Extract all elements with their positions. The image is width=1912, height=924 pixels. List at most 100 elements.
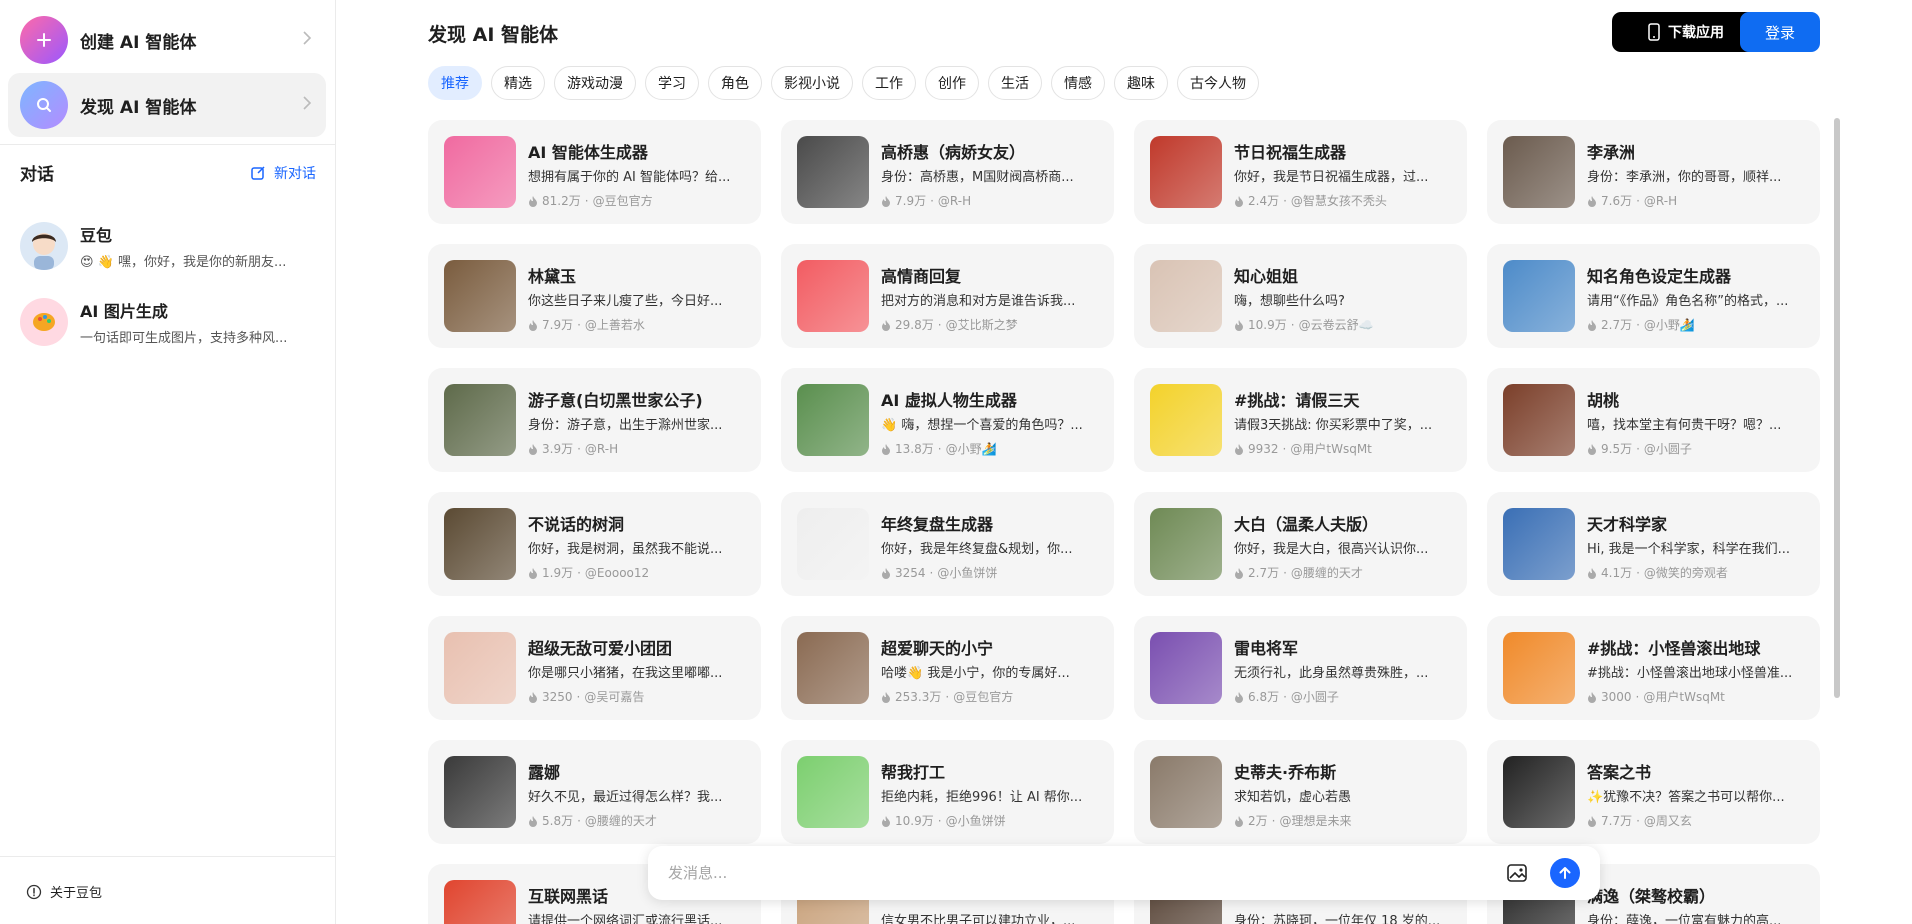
create-agent-button[interactable]: 创建 AI 智能体 (8, 8, 326, 72)
agent-card[interactable]: 知名角色设定生成器 请用“《作品》角色名称”的格式，... 2.7万 · @小野🏄 (1487, 244, 1820, 348)
agent-card[interactable]: 帮我打工 拒绝内耗，拒绝996！让 AI 帮你... 10.9万 · @小鱼饼饼 (781, 740, 1114, 844)
agent-card[interactable]: 露娜 好久不见，最近过得怎么样？我... 5.8万 · @腰缠的天才 (428, 740, 761, 844)
agent-author[interactable]: @豆包官方 (953, 688, 1013, 705)
agent-card[interactable]: AI 虚拟人物生成器 👋 嗨，想捏一个喜爱的角色吗？... 13.8万 · @小野🏄 (781, 368, 1114, 472)
tab-5[interactable]: 影视小说 (771, 66, 853, 100)
agent-author[interactable]: @R-H (585, 442, 618, 456)
agent-title: 不说话的树洞 (528, 515, 625, 534)
agent-card[interactable]: 大白（温柔人夫版） 你好，我是大白，很高兴认识你... 2.7万 · @腰缠的天才 (1134, 492, 1467, 596)
discover-agent-button[interactable]: 发现 AI 智能体 (8, 73, 326, 137)
agent-usage-count: 2.4万 (1248, 194, 1280, 208)
agent-card[interactable]: 游子意(白切黑世家公子) 身份：游子意，出生于滁州世家... 3.9万 · @R-H (428, 368, 761, 472)
agent-author[interactable]: @小野🏄 (1644, 316, 1695, 333)
agent-avatar (444, 880, 516, 924)
agent-meta: 10.9万 · @小鱼饼饼 (881, 812, 1101, 829)
scrollbar[interactable] (1834, 118, 1840, 698)
agent-description: 嘻，找本堂主有何贵干呀？嗯？... (1587, 418, 1782, 433)
agent-card[interactable]: 知心姐姐 嗨，想聊些什么吗? 10.9万 · @云卷云舒☁️ (1134, 244, 1467, 348)
agent-meta: 3.9万 · @R-H (528, 440, 748, 457)
tab-6[interactable]: 工作 (862, 66, 916, 100)
agent-usage-count: 3254 (895, 565, 926, 580)
agent-card[interactable]: 高情商回复 把对方的消息和对方是谁告诉我... 29.8万 · @艾比斯之梦 (781, 244, 1114, 348)
about-link[interactable]: 关于豆包 (26, 882, 102, 901)
agent-card[interactable]: AI 智能体生成器 想拥有属于你的 AI 智能体吗？给... 81.2万 · @豆包… (428, 120, 761, 224)
fire-icon (529, 691, 537, 703)
avatar (20, 222, 68, 270)
agent-author[interactable]: @周又玄 (1644, 812, 1692, 829)
agent-card[interactable]: 李承洲 身份：李承洲，你的哥哥，顺祥... 7.6万 · @R-H (1487, 120, 1820, 224)
agent-author[interactable]: @用户tWsqMt (1290, 440, 1372, 457)
tab-8[interactable]: 生活 (988, 66, 1042, 100)
agent-author[interactable]: @艾比斯之梦 (946, 316, 1018, 333)
image-upload-icon[interactable] (1506, 862, 1528, 888)
new-chat-button[interactable]: 新对话 (250, 163, 316, 183)
agent-avatar (444, 756, 516, 828)
agent-author[interactable]: @腰缠的天才 (1291, 564, 1363, 581)
agent-usage-count: 9.5万 (1601, 442, 1633, 456)
agent-card[interactable]: 史蒂夫·乔布斯 求知若饥，虚心若愚 2万 · @理想是未来 (1134, 740, 1467, 844)
login-button[interactable]: 登录 (1740, 12, 1820, 52)
tab-9[interactable]: 情感 (1051, 66, 1105, 100)
separator-dot: · (577, 813, 581, 828)
send-button[interactable] (1550, 858, 1580, 888)
agent-author[interactable]: @理想是未来 (1279, 812, 1351, 829)
conversation-item-doubao[interactable]: 豆包 😍 👋 嘿，你好，我是你的新朋友... (20, 216, 320, 276)
page-title: 发现 AI 智能体 (428, 24, 559, 46)
agent-author[interactable]: @吴可嘉告 (584, 688, 644, 705)
separator-dot: · (937, 441, 942, 456)
agent-description: 身份：李承洲，你的哥哥，顺祥... (1587, 170, 1782, 185)
chevron-right-icon (302, 30, 312, 50)
agent-description: 你这些日子来儿瘦了些，今日好... (528, 294, 723, 309)
agent-usage-count: 7.6万 (1601, 194, 1633, 208)
agent-title: #挑战：请假三天 (1234, 391, 1360, 410)
message-input[interactable] (668, 864, 1488, 882)
agent-usage-count: 3250 (542, 689, 573, 704)
agent-author[interactable]: @用户tWsqMt (1643, 688, 1725, 705)
agent-avatar (1150, 384, 1222, 456)
agent-card[interactable]: 雷电将军 无须行礼，此身虽然尊贵殊胜，... 6.8万 · @小圆子 (1134, 616, 1467, 720)
agent-author[interactable]: @Eoooo12 (585, 566, 649, 580)
agent-card[interactable]: 天才科学家 Hi, 我是一个科学家，科学在我们... 4.1万 · @微笑的旁观者 (1487, 492, 1820, 596)
agent-author[interactable]: @上善若水 (585, 316, 645, 333)
agent-card[interactable]: 胡桃 嘻，找本堂主有何贵干呀？嗯？... 9.5万 · @小圆子 (1487, 368, 1820, 472)
agent-author[interactable]: @豆包官方 (593, 192, 653, 209)
agent-meta: 253.3万 · @豆包官方 (881, 688, 1101, 705)
agent-author[interactable]: @云卷云舒☁️ (1299, 316, 1374, 333)
conversation-item-image-gen[interactable]: AI 图片生成 一句话即可生成图片，支持多种风... (20, 292, 320, 352)
separator-dot: · (937, 813, 942, 828)
agent-card[interactable]: 节日祝福生成器 你好，我是节日祝福生成器，过... 2.4万 · @智慧女孩不秃头 (1134, 120, 1467, 224)
tab-11[interactable]: 古今人物 (1177, 66, 1259, 100)
agent-meta: 2.7万 · @小野🏄 (1587, 316, 1807, 333)
agent-card[interactable]: 林黛玉 你这些日子来儿瘦了些，今日好... 7.9万 · @上善若水 (428, 244, 761, 348)
agent-author[interactable]: @小圆子 (1644, 440, 1692, 457)
tab-4[interactable]: 角色 (708, 66, 762, 100)
tab-0[interactable]: 推荐 (428, 66, 482, 100)
agent-card[interactable]: 答案之书 ✨犹豫不决？答案之书可以帮你... 7.7万 · @周又玄 (1487, 740, 1820, 844)
agent-meta: 10.9万 · @云卷云舒☁️ (1234, 316, 1454, 333)
tab-3[interactable]: 学习 (645, 66, 699, 100)
download-app-button[interactable]: 下载应用 (1612, 12, 1760, 52)
agent-card[interactable]: 超爱聊天的小宁 哈喽👋 我是小宁，你的专属好... 253.3万 · @豆包官方 (781, 616, 1114, 720)
agent-author[interactable]: @小鱼饼饼 (937, 564, 997, 581)
agent-card[interactable]: 超级无敌可爱小团团 你是哪只小猪猪，在我这里嘟嘟... 3250 · @吴可嘉告 (428, 616, 761, 720)
agent-card[interactable]: #挑战：小怪兽滚出地球 #挑战：小怪兽滚出地球小怪兽准... 3000 · @用户t… (1487, 616, 1820, 720)
tab-2[interactable]: 游戏动漫 (554, 66, 636, 100)
agent-author[interactable]: @小圆子 (1291, 688, 1339, 705)
tab-1[interactable]: 精选 (491, 66, 545, 100)
agent-author[interactable]: @R-H (938, 194, 971, 208)
agent-author[interactable]: @腰缠的天才 (585, 812, 657, 829)
agent-card[interactable]: #挑战：请假三天 请假3天挑战: 你买彩票中了奖，... 9932 · @用户tWs… (1134, 368, 1467, 472)
agent-author[interactable]: @R-H (1644, 194, 1677, 208)
tab-7[interactable]: 创作 (925, 66, 979, 100)
agent-author[interactable]: @小野🏄 (946, 440, 997, 457)
agent-card[interactable]: 年终复盘生成器 你好，我是年终复盘&规划，你... 3254 · @小鱼饼饼 (781, 492, 1114, 596)
separator-dot: · (577, 441, 581, 456)
agent-usage-count: 81.2万 (542, 194, 581, 208)
agent-card[interactable]: 高桥惠（病娇女友） 身份：高桥惠，M国财阀高桥商... 7.9万 · @R-H (781, 120, 1114, 224)
agent-author[interactable]: @智慧女孩不秃头 (1291, 192, 1387, 209)
agent-author[interactable]: @微笑的旁观者 (1644, 564, 1728, 581)
phone-icon (1648, 23, 1660, 41)
agent-author[interactable]: @小鱼饼饼 (946, 812, 1006, 829)
tab-10[interactable]: 趣味 (1114, 66, 1168, 100)
agent-card[interactable]: 不说话的树洞 你好，我是树洞，虽然我不能说... 1.9万 · @Eoooo12 (428, 492, 761, 596)
